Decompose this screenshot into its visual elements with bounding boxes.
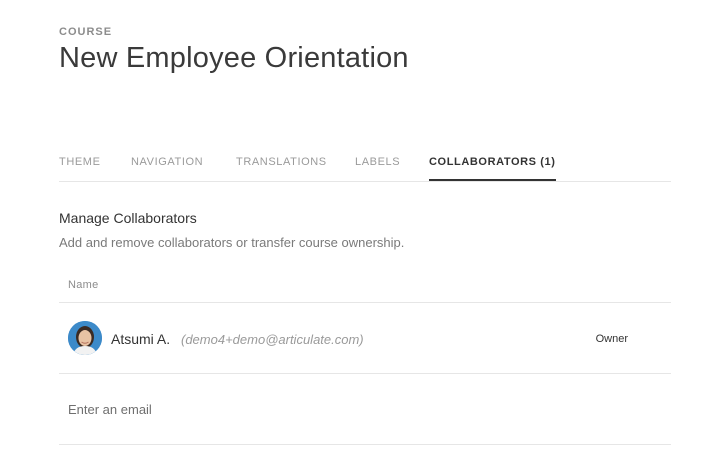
avatar-person-icon [68,321,102,355]
column-header-name: Name [68,279,99,291]
section-description: Add and remove collaborators or transfer… [59,235,405,250]
email-input[interactable] [68,394,658,424]
tab-labels[interactable]: LABELS [355,156,400,168]
page-title: New Employee Orientation [59,42,409,74]
collaborators-table: Name Atsumi A. (demo4+demo@articulate.co… [59,270,671,445]
tab-bar: THEME NAVIGATION TRANSLATIONS LABELS COL… [59,150,671,182]
collaborator-email: (demo4+demo@articulate.com) [181,332,364,347]
course-eyebrow: COURSE [59,26,113,38]
table-row: Atsumi A. (demo4+demo@articulate.com) Ow… [59,303,671,374]
tab-theme[interactable]: THEME [59,156,101,168]
avatar [68,321,102,355]
tab-collaborators[interactable]: COLLABORATORS (1) [429,156,556,181]
tab-translations[interactable]: TRANSLATIONS [236,156,327,168]
collaborator-name: Atsumi A. [111,331,171,347]
tab-navigation[interactable]: NAVIGATION [131,156,203,168]
table-header: Name [59,270,671,303]
section-title: Manage Collaborators [59,210,197,226]
add-collaborator-row [59,374,671,445]
collaborator-role[interactable]: Owner [596,333,628,345]
